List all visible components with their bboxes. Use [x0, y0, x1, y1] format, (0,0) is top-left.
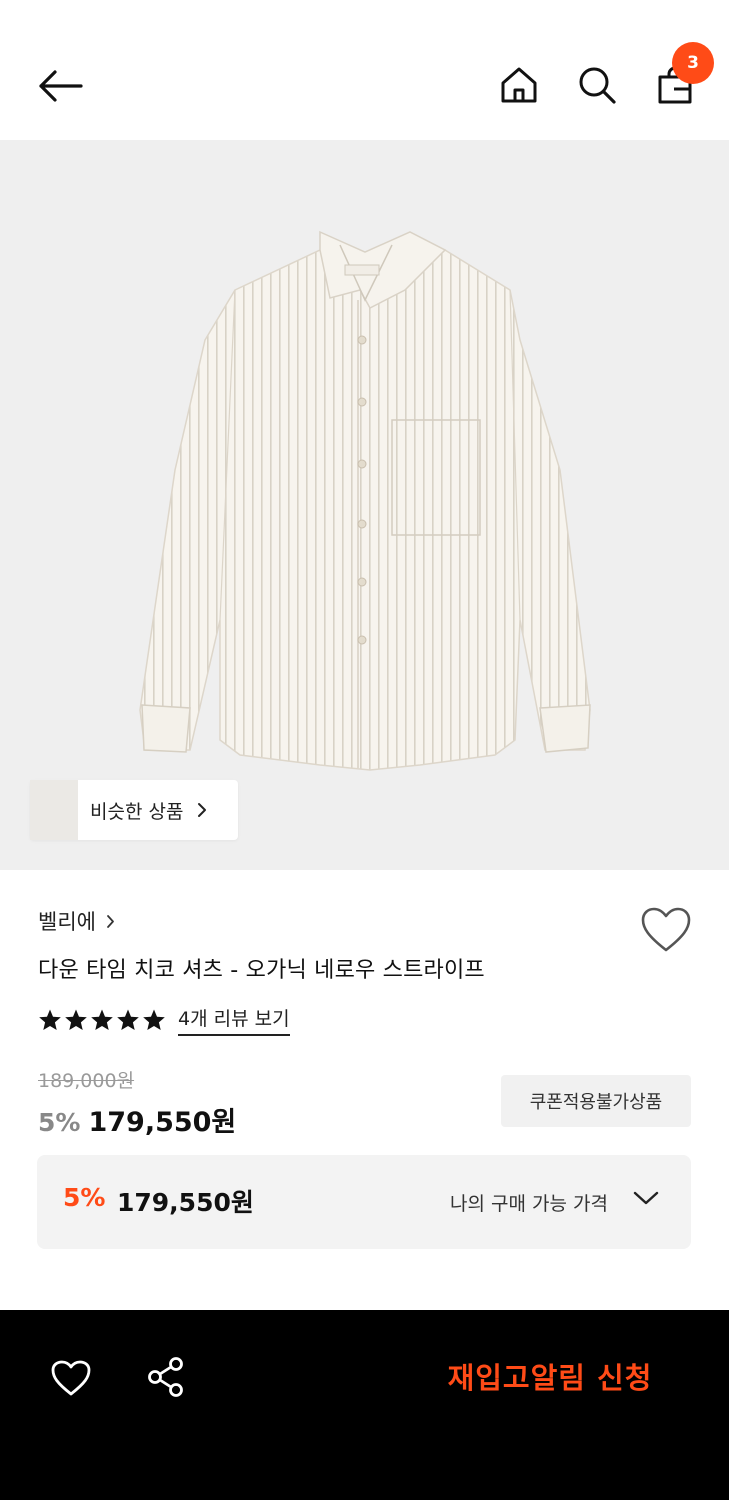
wishlist-button[interactable]	[638, 904, 694, 956]
my-price-dropdown[interactable]: 5% 179,550원 나의 구매 가능 가격	[37, 1155, 691, 1249]
star-icon	[143, 1009, 165, 1030]
home-button[interactable]	[494, 60, 544, 110]
bottom-action-bar: 재입고알림 신청	[0, 1310, 729, 1500]
product-detail-page: 3 비슷한 상품 벨리에 다운 타임 치코 셔츠 - 오가닉 네로우 스트라이프…	[0, 0, 729, 1500]
chevron-down-icon	[633, 1191, 659, 1205]
share-icon	[148, 1357, 183, 1397]
chevron-right-icon	[198, 803, 207, 817]
back-button[interactable]	[30, 58, 90, 114]
star-icon	[65, 1009, 87, 1030]
brand-link[interactable]: 벨리에	[38, 906, 115, 936]
brand-name: 벨리에	[38, 910, 96, 934]
heart-icon	[51, 1360, 91, 1396]
rating-row: 4개 리뷰 보기	[38, 1004, 290, 1036]
similar-thumbnails	[30, 780, 90, 840]
review-link[interactable]: 4개 리뷰 보기	[178, 1004, 290, 1036]
arrow-left-icon	[39, 70, 83, 102]
product-title: 다운 타임 치코 셔츠 - 오가닉 네로우 스트라이프	[38, 958, 485, 983]
heart-icon	[641, 907, 691, 952]
star-icon	[39, 1009, 61, 1030]
search-button[interactable]	[572, 60, 622, 110]
sale-price: 179,550원	[88, 1107, 237, 1138]
search-icon	[579, 67, 616, 104]
cart-count-badge: 3	[672, 42, 714, 84]
home-icon	[501, 67, 537, 103]
my-price-value: 179,550원	[117, 1188, 254, 1217]
discount-rate: 5%	[38, 1108, 81, 1137]
original-price: 189,000원	[38, 1070, 135, 1092]
top-header: 3	[0, 0, 729, 140]
sale-price-row: 5% 179,550원	[38, 1100, 236, 1139]
coupon-unavailable-badge: 쿠폰적용불가상품	[501, 1075, 691, 1127]
chevron-right-icon	[107, 914, 114, 928]
similar-products-button[interactable]: 비슷한 상품	[30, 780, 238, 840]
star-icon	[117, 1009, 139, 1030]
bottom-wishlist-button[interactable]	[48, 1356, 94, 1400]
similar-products-label: 비슷한 상품	[90, 800, 184, 823]
star-rating	[38, 1008, 166, 1032]
my-price-rate: 5%	[63, 1183, 106, 1212]
shirt-illustration	[139, 230, 591, 771]
product-image[interactable]	[0, 140, 729, 870]
my-price-label: 나의 구매 가능 가격	[450, 1193, 608, 1215]
restock-alert-button[interactable]: 재입고알림 신청	[420, 1348, 680, 1404]
share-button[interactable]	[143, 1354, 189, 1400]
star-icon	[91, 1009, 113, 1030]
similar-thumbnail	[44, 780, 80, 840]
